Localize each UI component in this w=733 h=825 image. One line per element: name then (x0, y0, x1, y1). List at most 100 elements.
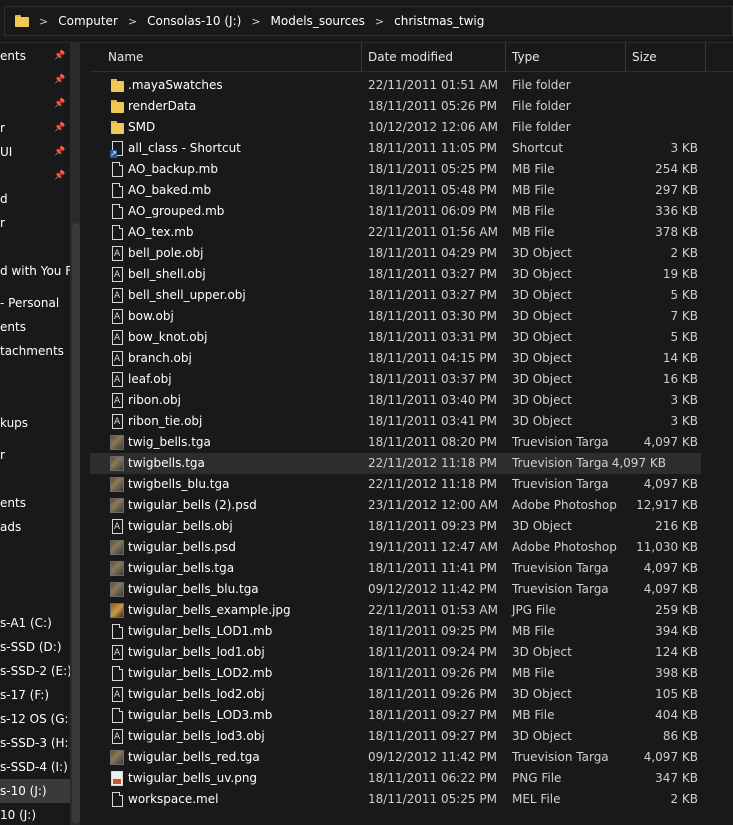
nav-item[interactable]: ents (0, 491, 70, 515)
nav-item[interactable]: ents (0, 315, 70, 339)
nav-item[interactable]: kups (0, 411, 70, 435)
file-row[interactable]: twigular_bells_lod2.obj 18/11/2011 09:26 … (90, 684, 733, 706)
file-row[interactable]: bell_shell_upper.obj 18/11/2011 03:27 PM 3… (90, 285, 733, 307)
file-row[interactable]: SMD 10/12/2012 12:06 AM File folder (90, 117, 733, 138)
pin-icon[interactable]: 📌 (54, 44, 65, 68)
nav-item[interactable]: r 📌 (0, 116, 70, 140)
file-row[interactable]: bell_pole.obj 18/11/2011 04:29 PM 3D Objec… (90, 243, 733, 265)
file-row[interactable]: bell_shell.obj 18/11/2011 03:27 PM 3D Obje… (90, 264, 733, 286)
breadcrumb-drive[interactable]: Consolas-10 (J:) (147, 14, 241, 28)
column-divider[interactable] (705, 43, 706, 71)
file-row[interactable]: twigular_bells_LOD3.mb 18/11/2011 09:27 P… (90, 705, 733, 726)
file-row[interactable]: bow.obj 18/11/2011 03:30 PM 3D Object 7 KB (90, 306, 733, 328)
file-row[interactable]: twigular_bells_uv.png 18/11/2011 06:22 PM… (90, 768, 733, 789)
pin-icon[interactable]: 📌 (54, 164, 65, 188)
chevron-right-icon[interactable]: > (39, 15, 48, 28)
nav-item[interactable] (0, 539, 70, 563)
column-header-date[interactable]: Date modified (362, 43, 504, 71)
file-row[interactable]: twigular_bells_red.tga 09/12/2012 11:42 P… (90, 747, 733, 768)
file-row[interactable]: twigular_bells.obj 18/11/2011 09:23 PM 3D … (90, 516, 733, 538)
nav-item[interactable]: s-12 OS (G:) (0, 707, 73, 731)
file-row[interactable]: twigular_bells.tga 18/11/2011 11:41 PM Tru… (90, 558, 733, 579)
nav-item[interactable]: r (0, 443, 70, 467)
column-header-row: ^ Name Date modified Type Size (90, 43, 733, 72)
nav-item[interactable] (0, 387, 70, 411)
file-date-modified: 18/11/2011 09:26 PM (368, 687, 497, 701)
nav-item[interactable]: 📌 (0, 92, 70, 116)
file-row[interactable]: workspace.mel 18/11/2011 05:25 PM MEL File… (90, 789, 733, 810)
nav-item[interactable]: tachments (0, 339, 70, 363)
file-row[interactable]: twig_bells.tga 18/11/2011 08:20 PM Truevis… (90, 432, 733, 453)
file-row[interactable]: ribon.obj 18/11/2011 03:40 PM 3D Object 3 K… (90, 390, 733, 412)
nav-item[interactable]: s-SSD-2 (E:) (0, 659, 72, 683)
chevron-right-icon[interactable]: > (375, 15, 384, 28)
file-row[interactable]: AO_tex.mb 22/11/2011 01:56 AM MB File 378 K… (90, 222, 733, 243)
file-date-modified: 18/11/2011 03:40 PM (368, 393, 497, 407)
file-row[interactable]: twigular_bells_example.jpg 22/11/2011 01:… (90, 600, 733, 621)
nav-item[interactable] (0, 467, 70, 491)
breadcrumb[interactable]: > Computer > Consolas-10 (J:) > Models_s… (4, 6, 733, 36)
nav-item[interactable]: s-17 (F:) (0, 683, 70, 707)
nav-item[interactable] (0, 235, 70, 259)
file-row[interactable]: twigular_bells_LOD2.mb 18/11/2011 09:26 P… (90, 663, 733, 684)
file-size: 336 KB (655, 204, 698, 218)
file-row[interactable]: twigular_bells_blu.tga 09/12/2012 11:42 P… (90, 579, 733, 600)
nav-item[interactable]: s-A1 (C:) (0, 611, 70, 635)
file-row[interactable]: all_class - Shortcut 18/11/2011 11:05 PM S… (90, 138, 733, 159)
nav-item[interactable]: d with You Ful (0, 259, 80, 283)
chevron-right-icon[interactable]: > (251, 15, 260, 28)
nav-item[interactable]: s-SSD-4 (I:) (0, 755, 70, 779)
file-row[interactable]: .mayaSwatches 22/11/2011 01:51 AM File fol… (90, 75, 733, 96)
breadcrumb-models-sources[interactable]: Models_sources (271, 14, 365, 28)
nav-item[interactable]: s-10 (J:) (0, 779, 70, 803)
file-row[interactable]: twigular_bells.psd 19/11/2011 12:47 AM Ado… (90, 537, 733, 558)
nav-item[interactable]: d (0, 187, 70, 211)
file-row[interactable]: twigbells_blu.tga 22/11/2012 11:18 PM True… (90, 474, 733, 495)
breadcrumb-christmas-twig[interactable]: christmas_twig (394, 14, 484, 28)
pin-icon[interactable]: 📌 (54, 140, 65, 164)
file-row[interactable]: twigular_bells_LOD1.mb 18/11/2011 09:25 P… (90, 621, 733, 642)
file-row[interactable]: twigular_bells (2).psd 23/11/2012 12:00 A… (90, 495, 733, 516)
nav-item[interactable] (0, 563, 70, 587)
pin-icon[interactable]: 📌 (54, 116, 65, 140)
file-row[interactable]: AO_grouped.mb 18/11/2011 06:09 PM MB File 3… (90, 201, 733, 222)
file-type: MB File (512, 183, 555, 197)
file-row[interactable]: leaf.obj 18/11/2011 03:37 PM 3D Object 16 K… (90, 369, 733, 391)
nav-item[interactable]: UI 📌 (0, 140, 70, 164)
nav-item[interactable]: ads (0, 515, 70, 539)
file-size: 2 KB (670, 246, 698, 260)
nav-item[interactable]: ents 📌 (0, 44, 70, 68)
navigation-pane: ents 📌 📌 📌 r 📌 UI 📌 📌 d r d with You Ful - Personal e… (0, 43, 80, 825)
file-row[interactable]: twigular_bells_lod1.obj 18/11/2011 09:24 … (90, 642, 733, 664)
nav-item[interactable]: 10 (J:) (0, 803, 70, 825)
file-name: twigular_bells.tga (128, 561, 235, 575)
nav-item[interactable] (0, 363, 70, 387)
column-header-type[interactable]: Type (506, 43, 624, 71)
nav-item[interactable]: 📌 (0, 164, 70, 188)
nav-scrollbar-thumb[interactable] (72, 223, 80, 823)
file-row[interactable]: twigular_bells_lod3.obj 18/11/2011 09:27 … (90, 726, 733, 748)
pin-icon[interactable]: 📌 (54, 92, 65, 116)
jpg-thumbnail-icon (110, 603, 124, 618)
breadcrumb-computer[interactable]: Computer (58, 14, 118, 28)
nav-scrollbar[interactable] (70, 43, 80, 825)
file-row[interactable]: AO_backup.mb 18/11/2011 05:25 PM MB File 25… (90, 159, 733, 180)
nav-item[interactable]: 📌 (0, 68, 70, 92)
nav-item[interactable]: s-SSD (D:) (0, 635, 70, 659)
file-size: 394 KB (655, 624, 698, 638)
file-size: 297 KB (655, 183, 698, 197)
pin-icon[interactable]: 📌 (54, 68, 65, 92)
nav-item[interactable]: - Personal (0, 291, 70, 315)
file-row[interactable]: twigbells.tga 22/11/2012 11:18 PM Truevisi… (90, 453, 701, 474)
file-type: Truevision Targa (512, 750, 609, 764)
nav-item[interactable]: s-SSD-3 (H:) (0, 731, 73, 755)
file-row[interactable]: renderData 18/11/2011 05:26 PM File folder (90, 96, 733, 117)
column-header-size[interactable]: Size (626, 43, 704, 71)
file-row[interactable]: AO_baked.mb 18/11/2011 05:48 PM MB File 297… (90, 180, 733, 201)
nav-item[interactable]: r (0, 211, 70, 235)
file-row[interactable]: ribon_tie.obj 18/11/2011 03:41 PM 3D Objec… (90, 411, 733, 433)
column-header-name[interactable]: Name (102, 43, 362, 71)
file-row[interactable]: bow_knot.obj 18/11/2011 03:31 PM 3D Object… (90, 327, 733, 349)
file-row[interactable]: branch.obj 18/11/2011 04:15 PM 3D Object 14… (90, 348, 733, 370)
chevron-right-icon[interactable]: > (128, 15, 137, 28)
